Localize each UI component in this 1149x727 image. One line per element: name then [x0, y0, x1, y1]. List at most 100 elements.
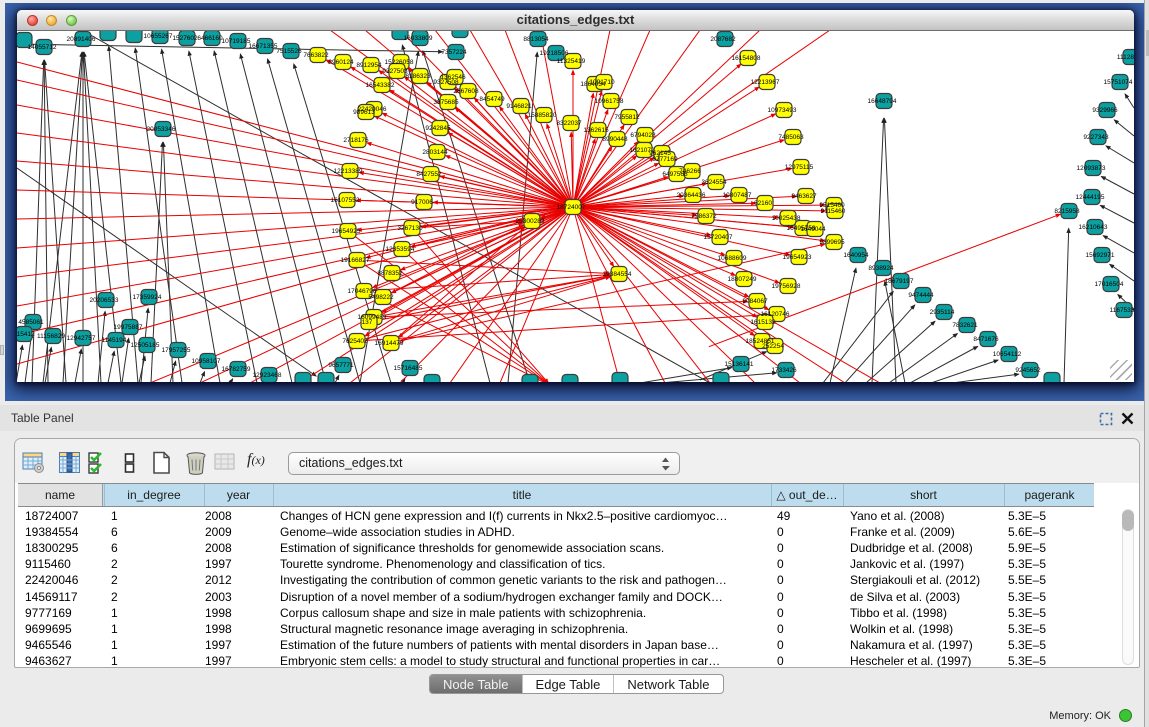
- svg-text:12353594: 12353594: [386, 246, 415, 253]
- svg-text:1167533: 1167533: [1110, 307, 1134, 314]
- svg-text:7485063: 7485063: [778, 134, 804, 141]
- svg-text:1362615: 1362615: [583, 127, 609, 134]
- svg-text:2867608: 2867608: [453, 88, 479, 95]
- svg-text:7357224: 7357224: [441, 49, 467, 56]
- svg-text:18724007: 18724007: [557, 204, 586, 211]
- svg-text:9245652: 9245652: [1015, 367, 1041, 374]
- svg-text:8186323: 8186323: [405, 73, 431, 80]
- svg-text:10025438: 10025438: [772, 215, 801, 222]
- svg-text:7832621: 7832621: [952, 322, 978, 329]
- svg-text:2803144: 2803144: [422, 149, 448, 156]
- svg-text:4585061: 4585061: [18, 319, 44, 326]
- svg-text:16120746: 16120746: [761, 311, 790, 318]
- svg-text:12213389: 12213389: [334, 168, 363, 175]
- svg-text:10719185: 10719185: [222, 38, 251, 45]
- svg-text:17016504: 17016504: [1095, 281, 1124, 288]
- svg-text:9329966: 9329966: [1092, 107, 1118, 114]
- svg-text:16914479: 16914479: [375, 340, 404, 347]
- svg-text:9777169: 9777169: [652, 156, 678, 163]
- svg-text:1091710: 1091710: [589, 79, 615, 86]
- svg-text:1362546: 1362546: [440, 74, 466, 81]
- svg-text:10973493: 10973493: [768, 107, 797, 114]
- svg-text:1615132: 1615132: [750, 319, 776, 326]
- svg-text:9463627: 9463627: [791, 193, 817, 200]
- svg-text:9115460: 9115460: [821, 208, 846, 215]
- svg-text:8215958: 8215958: [1054, 208, 1080, 215]
- svg-text:7663822: 7663822: [303, 52, 329, 59]
- svg-text:12942757: 12942757: [67, 335, 96, 342]
- svg-text:8878352: 8878352: [377, 270, 403, 277]
- svg-text:15692971: 15692971: [1086, 252, 1115, 259]
- svg-text:9474444: 9474444: [908, 292, 934, 299]
- svg-text:16543382: 16543382: [366, 82, 395, 89]
- svg-text:9657771: 9657771: [328, 362, 354, 369]
- svg-text:16648794: 16648794: [868, 98, 897, 105]
- svg-text:8960124: 8960124: [328, 59, 354, 66]
- svg-text:8322037: 8322037: [556, 120, 582, 127]
- svg-text:9242845: 9242845: [425, 125, 451, 132]
- svg-text:8990448: 8990448: [602, 136, 628, 143]
- svg-text:10961758: 10961758: [595, 98, 624, 105]
- svg-text:7625402: 7625402: [342, 338, 368, 345]
- svg-text:15751074: 15751074: [1104, 79, 1133, 86]
- svg-text:19384554: 19384554: [603, 271, 632, 278]
- svg-text:19975887: 19975887: [114, 324, 143, 331]
- svg-text:252254: 252254: [762, 343, 784, 350]
- svg-text:16671355: 16671355: [249, 43, 278, 50]
- svg-text:746266: 746266: [679, 168, 701, 175]
- svg-text:2718176: 2718176: [343, 137, 369, 144]
- svg-text:3624554: 3624554: [701, 179, 727, 186]
- svg-text:19756928: 19756928: [772, 283, 801, 290]
- svg-text:15716485: 15716485: [394, 365, 423, 372]
- svg-text:15136141: 15136141: [725, 361, 754, 368]
- svg-text:20364436: 20364436: [677, 192, 706, 199]
- svg-text:9327503: 9327503: [382, 68, 408, 75]
- svg-text:12444195: 12444195: [1076, 194, 1105, 201]
- svg-text:12505185: 12505185: [131, 342, 160, 349]
- svg-text:16033809: 16033809: [404, 35, 433, 42]
- svg-text:3915412: 3915412: [17, 331, 35, 338]
- svg-text:8427552: 8427552: [416, 171, 442, 178]
- svg-text:16782759: 16782759: [222, 366, 251, 373]
- svg-text:14055712: 14055712: [28, 44, 57, 51]
- svg-text:1527602: 1527602: [172, 35, 198, 42]
- svg-text:20206533: 20206533: [90, 297, 119, 304]
- svg-text:9899695: 9899695: [819, 239, 845, 246]
- svg-text:137: 137: [362, 319, 373, 326]
- svg-text:8912954: 8912954: [356, 62, 382, 69]
- svg-text:18679197: 18679197: [885, 278, 914, 285]
- svg-text:12093873: 12093873: [1077, 165, 1106, 172]
- svg-text:12923468: 12923468: [253, 372, 282, 379]
- svg-text:18807249: 18807249: [728, 276, 757, 283]
- svg-text:7515526: 7515526: [276, 48, 302, 55]
- svg-text:6794028: 6794028: [630, 132, 656, 139]
- svg-text:8471676: 8471676: [973, 336, 999, 343]
- svg-text:20053346: 20053346: [147, 126, 176, 133]
- svg-text:3267130: 3267130: [397, 225, 423, 232]
- svg-text:16107552: 16107552: [331, 197, 360, 204]
- svg-text:3875685: 3875685: [433, 99, 459, 106]
- svg-text:10688609: 10688609: [718, 255, 747, 262]
- svg-text:62160: 62160: [754, 200, 772, 207]
- svg-text:1649044: 1649044: [800, 226, 826, 233]
- svg-text:19218506: 19218506: [540, 50, 569, 57]
- svg-text:2087682: 2087682: [710, 36, 736, 43]
- svg-text:6466160: 6466160: [197, 35, 223, 42]
- svg-text:9146821: 9146821: [506, 103, 532, 110]
- svg-text:10807487: 10807487: [723, 192, 752, 199]
- svg-text:25300283: 25300283: [516, 218, 545, 225]
- svg-text:10958107: 10958107: [192, 358, 221, 365]
- svg-text:11325419: 11325419: [557, 58, 586, 65]
- svg-text:12975115: 12975115: [785, 164, 814, 171]
- svg-text:17957255: 17957255: [162, 347, 191, 354]
- svg-text:8938924: 8938924: [868, 265, 894, 272]
- svg-text:10654112: 10654112: [993, 351, 1022, 358]
- svg-text:9084067: 9084067: [742, 298, 768, 305]
- svg-text:1112804: 1112804: [1117, 54, 1134, 61]
- svg-text:20891406: 20891406: [67, 36, 96, 43]
- svg-text:11156829: 11156829: [37, 333, 65, 340]
- svg-text:17359924: 17359924: [133, 294, 162, 301]
- svg-text:7986372: 7986372: [691, 213, 717, 220]
- svg-text:2935114: 2935114: [930, 309, 955, 316]
- svg-text:19654923: 19654923: [783, 254, 812, 261]
